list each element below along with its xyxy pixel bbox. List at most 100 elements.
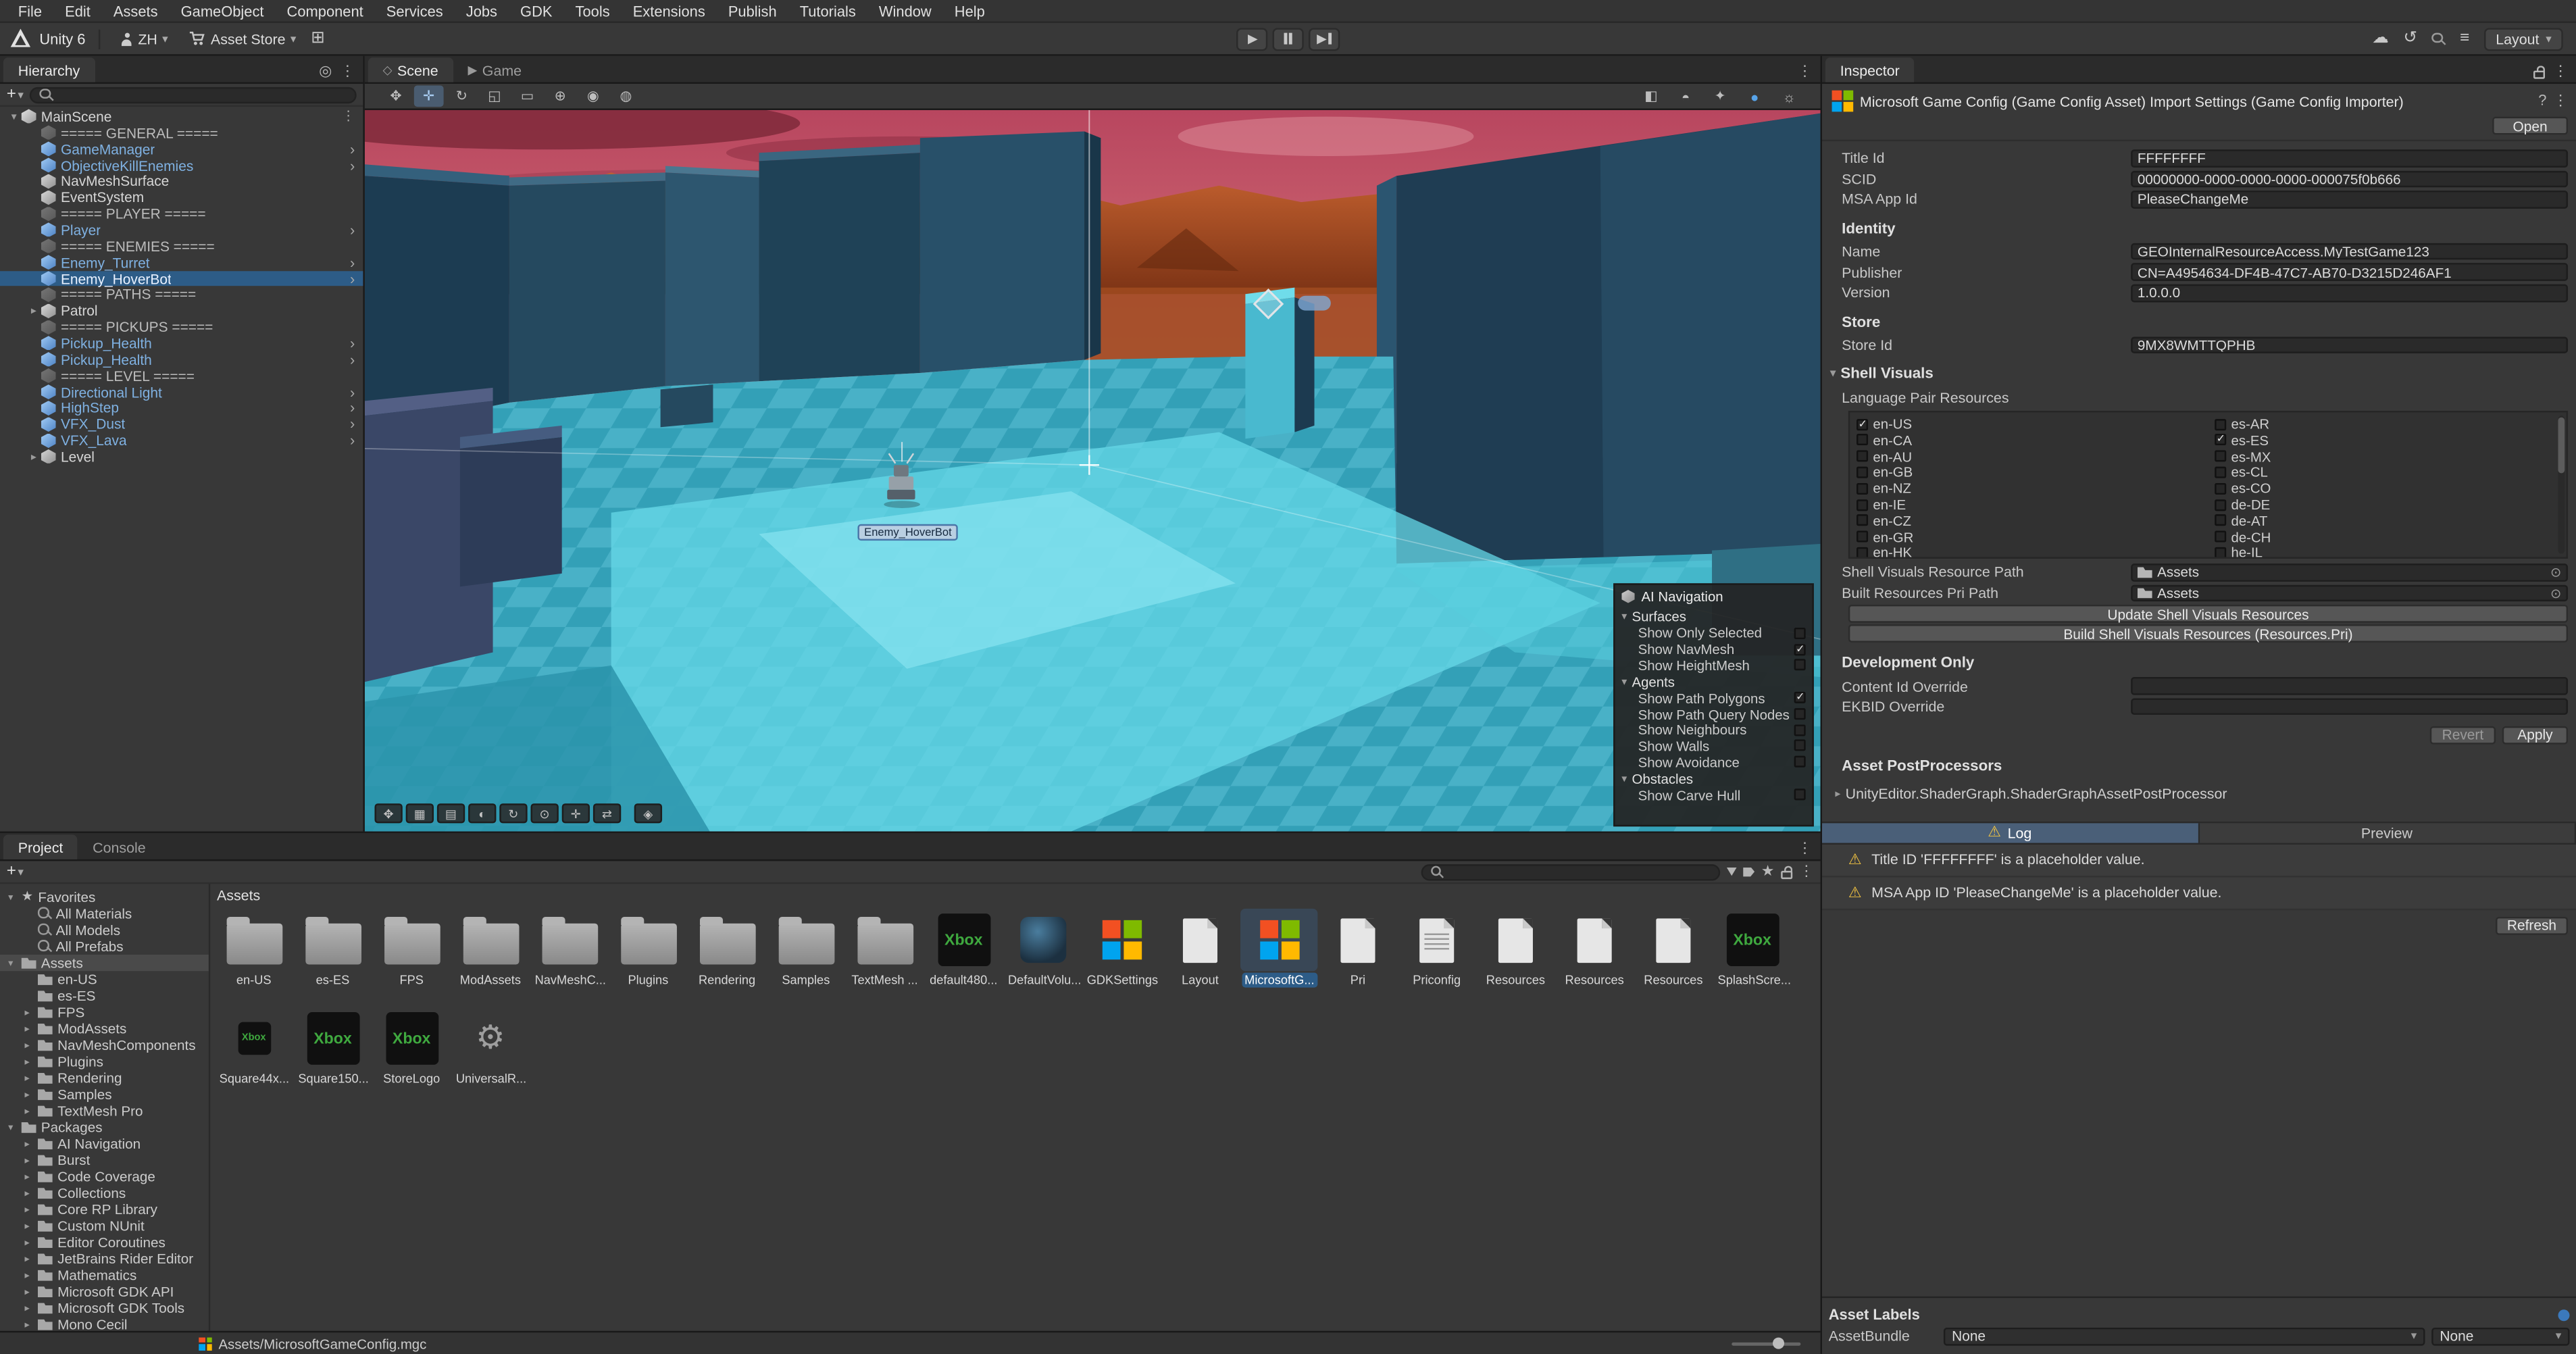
- scene-viewport[interactable]: Enemy_HoverBot AI Navigation ▾SurfacesSh…: [365, 110, 1821, 832]
- measure-overlay-icon[interactable]: ⇄: [593, 803, 621, 823]
- field-ekbid-override[interactable]: [2131, 699, 2568, 716]
- nav-toggle-show-walls[interactable]: Show Walls: [1615, 738, 1813, 754]
- expand-arrow-icon[interactable]: ▸: [22, 1302, 33, 1313]
- camera-view-icon[interactable]: ◧: [1636, 85, 1666, 107]
- language-en-ie[interactable]: en-IE: [1850, 497, 2208, 513]
- prefab-open-arrow-icon[interactable]: ›: [350, 384, 358, 400]
- slider-knob[interactable]: [1773, 1338, 1784, 1349]
- hierarchy-item-enemy-hoverbot[interactable]: Enemy_HoverBot›: [0, 270, 363, 286]
- prefab-open-arrow-icon[interactable]: ›: [350, 351, 358, 368]
- asset-textmesh[interactable]: TextMesh ...: [846, 909, 923, 1001]
- open-button[interactable]: Open: [2492, 117, 2568, 135]
- tab-inspector[interactable]: Inspector: [1825, 57, 1915, 82]
- pan-overlay-icon[interactable]: ✥: [374, 803, 402, 823]
- prefab-open-arrow-icon[interactable]: ›: [350, 400, 358, 416]
- tree-item-en-us[interactable]: en-US: [0, 971, 209, 987]
- language-en-hk[interactable]: en-HK: [1850, 545, 2208, 559]
- assetbundle-dropdown[interactable]: None ▾: [1944, 1327, 2425, 1345]
- tree-item-samples[interactable]: ▸Samples: [0, 1086, 209, 1102]
- project-search-input[interactable]: [1449, 864, 1711, 879]
- hierarchy-item-player[interactable]: Player›: [0, 222, 363, 238]
- checkbox[interactable]: [2215, 531, 2226, 543]
- language-es-cl[interactable]: es-CL: [2208, 464, 2566, 480]
- tree-item-assets[interactable]: ▾Assets: [0, 955, 209, 971]
- menu-component[interactable]: Component: [276, 3, 375, 19]
- checkbox[interactable]: [1857, 482, 1868, 494]
- language-en-gb[interactable]: en-GB: [1850, 464, 2208, 480]
- view-tool-icon[interactable]: ✥: [381, 85, 411, 107]
- prefab-open-arrow-icon[interactable]: ›: [350, 416, 358, 432]
- hierarchy-menu-icon[interactable]: ⋮: [340, 64, 355, 79]
- history-icon[interactable]: ↺: [2403, 30, 2417, 47]
- tree-item-textmesh-pro[interactable]: ▸TextMesh Pro: [0, 1103, 209, 1119]
- tree-item-fps[interactable]: ▸FPS: [0, 1004, 209, 1020]
- expand-arrow-icon[interactable]: ▸: [22, 1203, 33, 1215]
- menu-tutorials[interactable]: Tutorials: [788, 3, 867, 19]
- language-es-es[interactable]: ✓es-ES: [2208, 432, 2566, 448]
- skybox-toggle-icon[interactable]: ◓: [1671, 85, 1700, 107]
- tree-item-microsoft-gdk-tools[interactable]: ▸Microsoft GDK Tools: [0, 1300, 209, 1316]
- transform-tool-icon[interactable]: ⊕: [545, 85, 575, 107]
- tree-item-core-rp-library[interactable]: ▸Core RP Library: [0, 1201, 209, 1218]
- checkbox[interactable]: [1857, 531, 1868, 543]
- expand-arrow-icon[interactable]: ▾: [5, 891, 16, 903]
- hierarchy-item-player[interactable]: ===== PLAYER =====: [0, 205, 363, 222]
- cloud-icon[interactable]: ☁: [2372, 30, 2388, 47]
- prefab-open-arrow-icon[interactable]: ›: [350, 335, 358, 351]
- language-en-ca[interactable]: en-CA: [1850, 432, 2208, 448]
- language-en-cz[interactable]: en-CZ: [1850, 513, 2208, 529]
- menu-edit[interactable]: Edit: [53, 3, 102, 19]
- checkbox[interactable]: [2215, 467, 2226, 478]
- checkbox[interactable]: [2215, 482, 2226, 494]
- tree-item-navmeshcomponents[interactable]: ▸NavMeshComponents: [0, 1037, 209, 1053]
- checkbox[interactable]: ✓: [1794, 643, 1806, 655]
- hierarchy-item-highstep[interactable]: HighStep›: [0, 400, 363, 416]
- field-version[interactable]: 1.0.0.0: [2131, 284, 2568, 302]
- expand-arrow-icon[interactable]: ▾: [5, 957, 16, 969]
- layers-overlay-icon[interactable]: ▤: [437, 803, 465, 823]
- button-apply[interactable]: Apply: [2502, 726, 2568, 744]
- field-scid[interactable]: 00000000-0000-0000-0000-000075f0b666: [2131, 170, 2568, 188]
- tree-item-mono-cecil[interactable]: ▸Mono Cecil: [0, 1316, 209, 1331]
- asset-gdksettings[interactable]: GDKSettings: [1083, 909, 1160, 1001]
- rect-tool-icon[interactable]: ▭: [513, 85, 542, 107]
- tree-item-modassets[interactable]: ▸ModAssets: [0, 1020, 209, 1036]
- tree-item-mathematics[interactable]: ▸Mathematics: [0, 1267, 209, 1283]
- prefab-open-arrow-icon[interactable]: ›: [350, 270, 358, 286]
- favorite-search-icon[interactable]: ★: [1761, 864, 1775, 879]
- project-toolbar-menu-icon[interactable]: ⋮: [1799, 864, 1814, 879]
- tree-item-all-prefabs[interactable]: All Prefabs: [0, 938, 209, 955]
- play-button[interactable]: [1236, 27, 1267, 50]
- checkbox[interactable]: ✓: [2215, 434, 2226, 446]
- thumbnail-size-slider[interactable]: [1732, 1342, 1800, 1345]
- expand-arrow-icon[interactable]: ▸: [22, 1253, 33, 1264]
- expand-arrow-icon[interactable]: ▾: [7, 110, 22, 123]
- hierarchy-item-general[interactable]: ===== GENERAL =====: [0, 124, 363, 141]
- asset-storelogo[interactable]: XboxStoreLogo: [373, 1007, 450, 1099]
- zoom-overlay-icon[interactable]: ⊙: [531, 803, 559, 823]
- menu-window[interactable]: Window: [867, 3, 943, 19]
- language-en-au[interactable]: en-AU: [1850, 448, 2208, 464]
- tree-item-jetbrains-rider-editor[interactable]: ▸JetBrains Rider Editor: [0, 1251, 209, 1267]
- asset-square44x[interactable]: XboxSquare44x...: [216, 1007, 293, 1099]
- menu-tools[interactable]: Tools: [564, 3, 622, 19]
- tree-item-ai-navigation[interactable]: ▸AI Navigation: [0, 1135, 209, 1151]
- checkbox[interactable]: [1857, 515, 1868, 526]
- help-icon[interactable]: ?: [2538, 94, 2546, 109]
- asset-microsoftg[interactable]: MicrosoftG...: [1240, 909, 1317, 1001]
- field-name[interactable]: GEOInternalResourceAccess.MyTestGame123: [2131, 243, 2568, 261]
- asset-fps[interactable]: FPS: [373, 909, 450, 1001]
- asset-modassets[interactable]: ModAssets: [452, 909, 529, 1001]
- nav-toggle-show-heightmesh[interactable]: Show HeightMesh: [1615, 657, 1813, 673]
- expand-arrow-icon[interactable]: ▾: [5, 1122, 16, 1133]
- expand-arrow-icon[interactable]: ▸: [22, 1105, 33, 1116]
- language-de-ch[interactable]: de-CH: [2208, 528, 2566, 545]
- expand-arrow-icon[interactable]: ▸: [22, 1319, 33, 1330]
- hierarchy-item-level[interactable]: ===== LEVEL =====: [0, 368, 363, 384]
- field-store-id[interactable]: 9MX8WMTTQPHB: [2131, 336, 2568, 354]
- search-by-label-icon[interactable]: [1743, 867, 1754, 877]
- expand-arrow-icon[interactable]: ▸: [22, 1286, 33, 1297]
- hierarchy-item-directional-light[interactable]: Directional Light›: [0, 384, 363, 400]
- prefab-open-arrow-icon[interactable]: ›: [350, 157, 358, 173]
- menu-help[interactable]: Help: [943, 3, 996, 19]
